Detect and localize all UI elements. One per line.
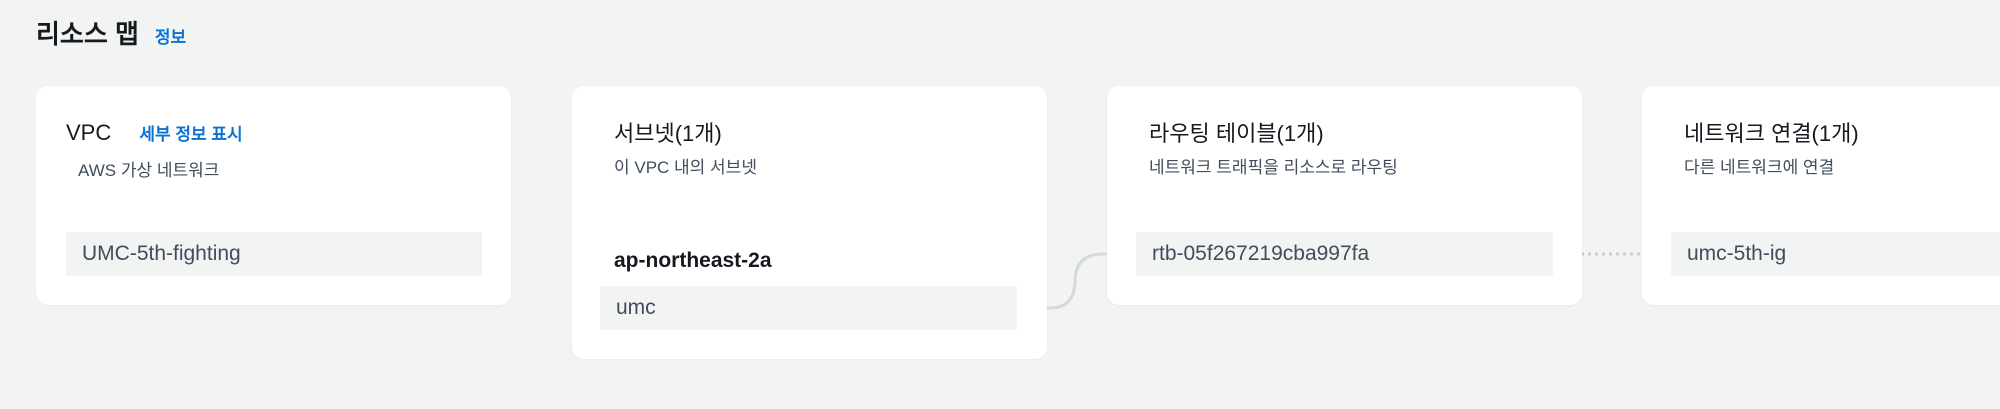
vpc-resource-item[interactable]: UMC-5th-fighting	[66, 232, 482, 276]
subnet-resource-item[interactable]: umc	[600, 286, 1017, 330]
vpc-heading-row: VPC 세부 정보 표시	[66, 120, 243, 146]
availability-zone-label: ap-northeast-2a	[614, 249, 772, 272]
subnets-card: 서브넷(1개) 이 VPC 내의 서브넷 ap-northeast-2a umc	[572, 86, 1047, 359]
subnets-heading: 서브넷(1개)	[614, 121, 722, 146]
route-tables-heading: 라우팅 테이블(1개)	[1149, 121, 1324, 146]
network-connection-resource-item[interactable]: umc-5th-ig	[1671, 232, 2000, 276]
route-tables-description: 네트워크 트래픽을 리소스로 라우팅	[1149, 158, 1398, 177]
vpc-description: AWS 가상 네트워크	[78, 161, 220, 180]
network-connections-description: 다른 네트워크에 연결	[1684, 158, 1835, 177]
show-details-link[interactable]: 세부 정보 표시	[139, 125, 242, 144]
vpc-heading: VPC	[66, 120, 112, 145]
subnets-description: 이 VPC 내의 서브넷	[614, 158, 757, 177]
route-tables-card: 라우팅 테이블(1개) 네트워크 트래픽을 리소스로 라우팅 rtb-05f26…	[1107, 86, 1582, 305]
network-connections-card: 네트워크 연결(1개) 다른 네트워크에 연결 umc-5th-ig	[1642, 86, 2000, 305]
vpc-card: VPC 세부 정보 표시 AWS 가상 네트워크 UMC-5th-fightin…	[36, 86, 511, 305]
network-connections-heading: 네트워크 연결(1개)	[1684, 121, 1859, 146]
route-table-resource-item[interactable]: rtb-05f267219cba997fa	[1136, 232, 1553, 276]
